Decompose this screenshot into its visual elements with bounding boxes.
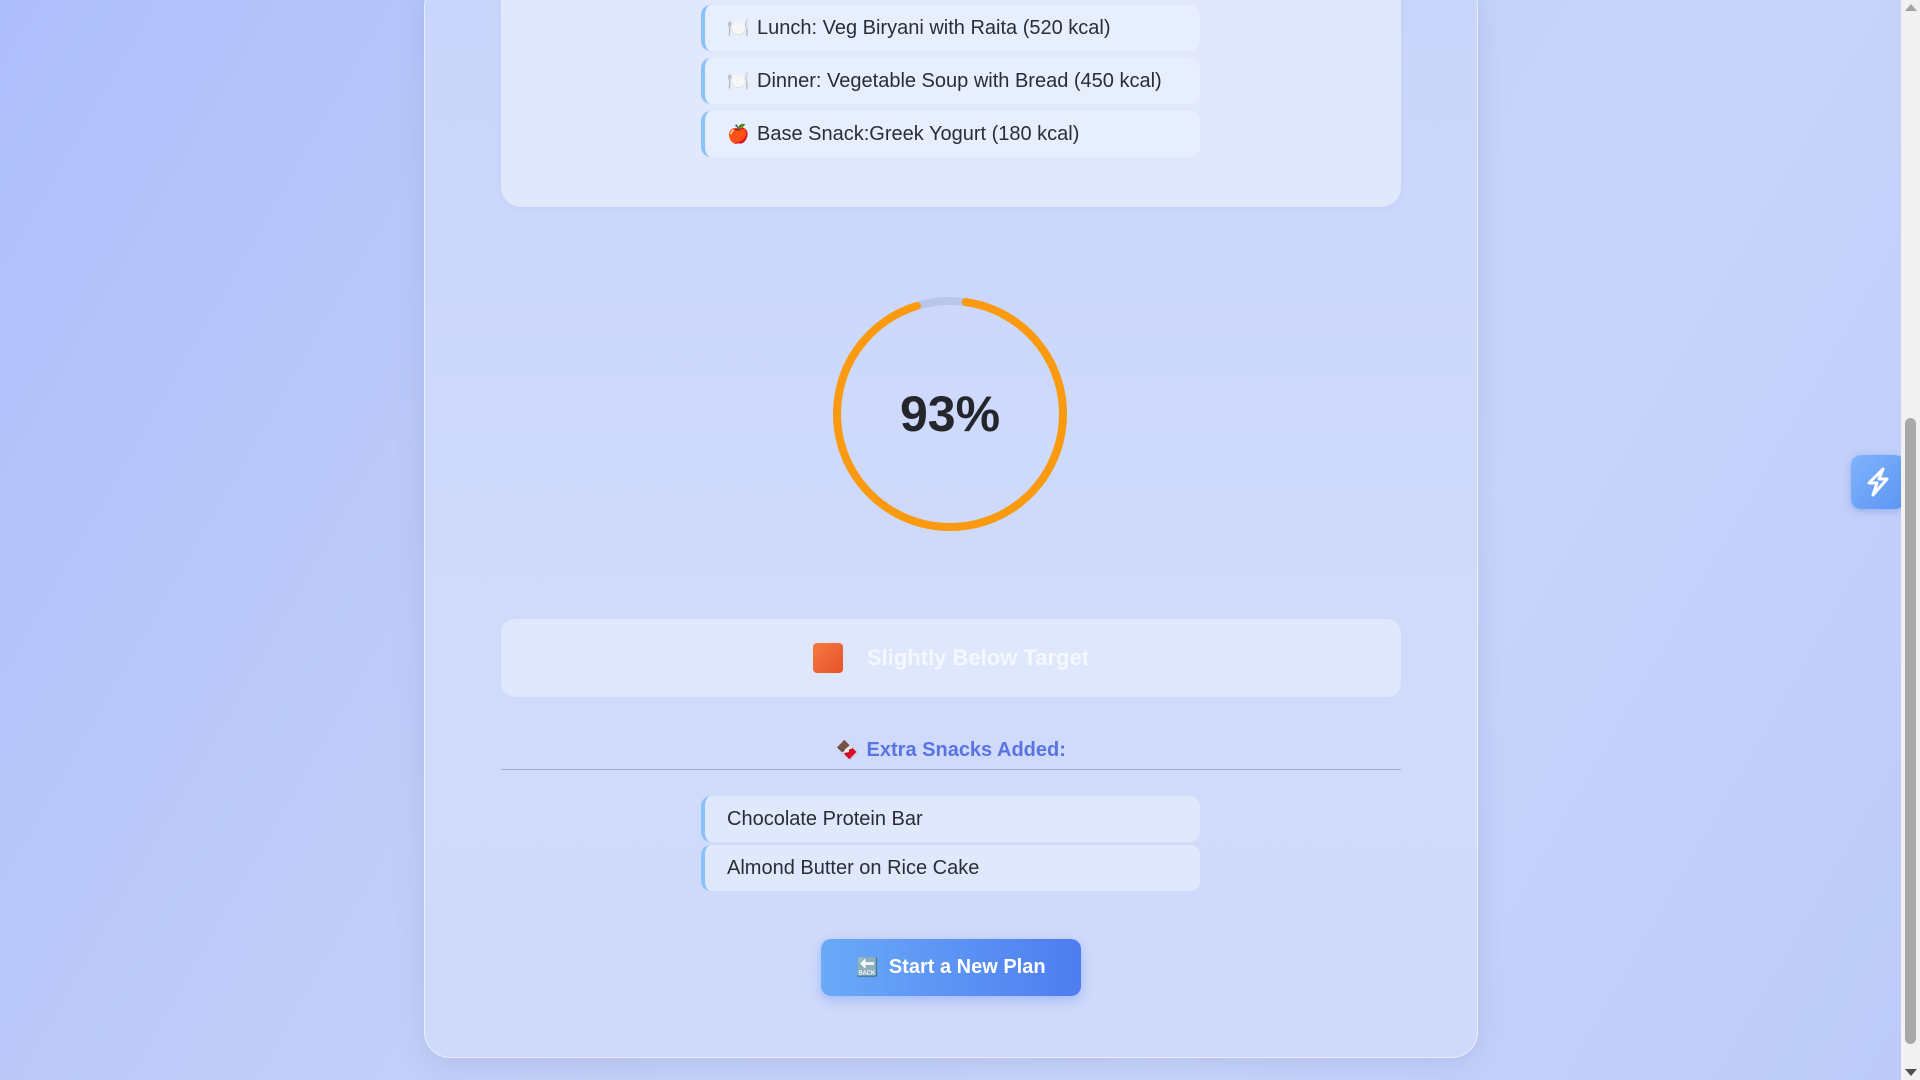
plate-icon: 🍽️ <box>727 17 750 38</box>
back-arrow-icon: 🔙 <box>856 957 879 977</box>
lightning-icon <box>1867 467 1889 497</box>
floating-assistant-button[interactable] <box>1851 455 1905 509</box>
progress-percent: 93% <box>899 386 1001 442</box>
scroll-up-arrow-icon[interactable] <box>1905 4 1917 11</box>
meal-item-label: Base Snack:Greek Yogurt (180 kcal) <box>757 122 1080 145</box>
extra-snack-item: Almond Butter on Rice Cake <box>701 845 1200 891</box>
calorie-progress-ring: 93% <box>830 294 1070 534</box>
chocolate-icon: 🍫 <box>836 740 859 760</box>
status-banner: Slightly Below Target <box>501 619 1401 697</box>
meal-item-label: Lunch: Veg Biryani with Raita (520 kcal) <box>757 16 1111 39</box>
orange-square-icon <box>812 643 843 673</box>
scroll-thumb[interactable] <box>1905 418 1916 1044</box>
extra-snack-label: Almond Butter on Rice Cake <box>727 856 980 879</box>
plate-icon: 🍽️ <box>727 70 750 91</box>
meal-item-dinner: 🍽️ Dinner: Vegetable Soup with Bread (45… <box>701 58 1200 104</box>
status-text: Slightly Below Target <box>866 645 1090 670</box>
extra-snacks-title: Extra Snacks Added: <box>866 739 1066 761</box>
meal-item-lunch: 🍽️ Lunch: Veg Biryani with Raita (520 kc… <box>701 5 1200 51</box>
meal-item-label: Dinner: Vegetable Soup with Bread (450 k… <box>757 69 1162 92</box>
apple-icon: 🍎 <box>727 123 750 144</box>
extra-snack-label: Chocolate Protein Bar <box>727 807 923 830</box>
page-scrollbar[interactable] <box>1901 0 1920 1080</box>
start-new-plan-button[interactable]: 🔙 Start a New Plan <box>821 939 1081 996</box>
start-new-plan-label: Start a New Plan <box>888 956 1046 978</box>
extra-snacks-heading: 🍫 Extra Snacks Added: <box>501 732 1401 770</box>
extra-snack-item: Chocolate Protein Bar <box>701 796 1200 842</box>
meal-item-snack: 🍎 Base Snack:Greek Yogurt (180 kcal) <box>701 111 1200 157</box>
scroll-down-arrow-icon[interactable] <box>1905 1069 1917 1076</box>
